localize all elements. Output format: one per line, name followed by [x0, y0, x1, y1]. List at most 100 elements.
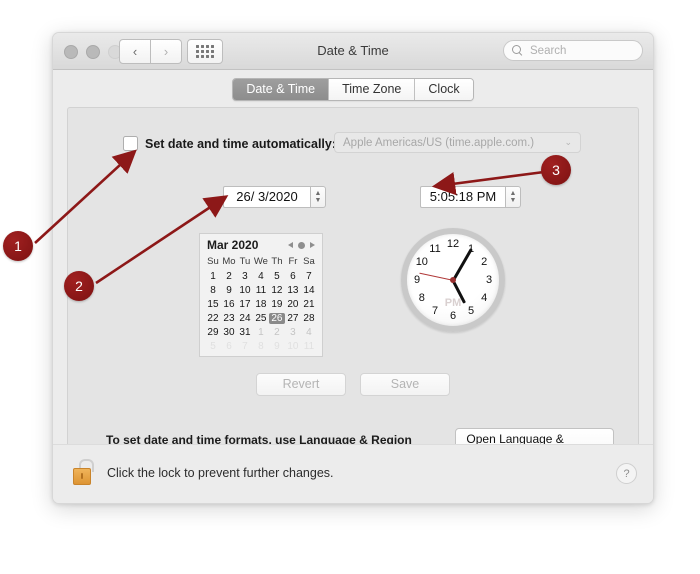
screenshot-root: ‹ › Date & Time Date & Time Time: [0, 0, 700, 574]
calendar-day-cell[interactable]: 7: [237, 339, 253, 353]
calendar-day-cell[interactable]: 7: [301, 269, 317, 283]
calendar-day-cell[interactable]: 12: [269, 283, 285, 297]
chevron-down-icon: ⌄: [564, 137, 572, 147]
weekday-we: We: [253, 256, 268, 267]
clock-numeral: 5: [467, 305, 475, 318]
calendar-week-row: 29 30 31 1 2 3 4: [205, 325, 317, 339]
calendar-day-cell[interactable]: 25: [253, 311, 269, 325]
tab-date-time[interactable]: Date & Time: [233, 78, 330, 100]
calendar-prev-icon[interactable]: [288, 242, 293, 248]
stepper-up-icon[interactable]: ▲: [315, 190, 322, 197]
calendar-today-icon[interactable]: [298, 241, 305, 249]
time-stepper-field[interactable]: 5:05:18 PM ▲ ▼: [420, 186, 521, 208]
calendar-day-cell[interactable]: 9: [221, 283, 237, 297]
calendar-day-cell[interactable]: 14: [301, 283, 317, 297]
calendar-day-cell[interactable]: 8: [253, 339, 269, 353]
calendar-day-cell[interactable]: 30: [221, 325, 237, 339]
calendar-day-cell[interactable]: 10: [285, 339, 301, 353]
revert-button[interactable]: Revert: [256, 373, 346, 396]
calendar-day-cell[interactable]: 29: [205, 325, 221, 339]
calendar-day-cell[interactable]: 24: [237, 311, 253, 325]
calendar-day-cell[interactable]: 2: [269, 325, 285, 339]
calendar-day-cell[interactable]: 8: [205, 283, 221, 297]
calendar-day-cell[interactable]: 13: [285, 283, 301, 297]
clock-numeral: 4: [481, 292, 488, 304]
calendar-nav: [288, 241, 315, 249]
calendar-day-cell[interactable]: 27: [285, 311, 301, 325]
calendar-week-row: 5 6 7 8 9 10 11: [205, 339, 317, 353]
calendar-selected-day[interactable]: 26: [268, 312, 285, 324]
weekday-th: Th: [271, 256, 283, 267]
search-input[interactable]: [528, 43, 634, 58]
clock-center-pin: [450, 277, 456, 283]
time-input-value[interactable]: 5:05:18 PM: [420, 186, 506, 208]
calendar-day-cell[interactable]: 28: [301, 311, 317, 325]
calendar-day-cell[interactable]: 21: [301, 297, 317, 311]
calendar-next-icon[interactable]: [310, 242, 315, 248]
calendar-day-cell[interactable]: 4: [253, 269, 269, 283]
tab-group: Date & Time Time Zone Clock: [232, 77, 474, 101]
help-button[interactable]: ?: [616, 463, 637, 484]
calendar-day-cell[interactable]: 6: [221, 339, 237, 353]
search-field[interactable]: [503, 40, 643, 61]
tab-clock[interactable]: Clock: [415, 78, 473, 100]
calendar-grid: Su Mo Tu We Th Fr Sa 1 2 3 4 5 6 7 8 9 10 11 12 13 14…: [205, 255, 317, 353]
date-stepper-field[interactable]: 26/ 3/2020 ▲ ▼: [223, 186, 326, 208]
mini-calendar[interactable]: Mar 2020 Su Mo Tu We Th Fr Sa 1 2 3 4 5 …: [199, 233, 323, 357]
calendar-day-cell[interactable]: 6: [285, 269, 301, 283]
calendar-day-cell[interactable]: 3: [237, 269, 253, 283]
clock-numeral: 3: [485, 274, 493, 286]
tab-time-zone[interactable]: Time Zone: [329, 78, 416, 100]
stepper-up-icon[interactable]: ▲: [510, 190, 517, 197]
auto-set-row: Set date and time automatically:: [123, 136, 336, 151]
stepper-down-icon[interactable]: ▼: [510, 197, 517, 204]
calendar-day-cell[interactable]: 18: [253, 297, 269, 311]
calendar-day-cell[interactable]: 23: [221, 311, 237, 325]
calendar-day-cell[interactable]: 9: [269, 339, 285, 353]
time-stepper-buttons[interactable]: ▲ ▼: [506, 186, 521, 208]
calendar-day-cell[interactable]: 5: [269, 269, 285, 283]
calendar-day-cell[interactable]: 2: [221, 269, 237, 283]
calendar-day-cell[interactable]: 26: [268, 311, 285, 325]
calendar-day-cell[interactable]: 10: [237, 283, 253, 297]
calendar-day-cell[interactable]: 19: [269, 297, 285, 311]
calendar-day-cell[interactable]: 1: [205, 269, 221, 283]
weekday-mo: Mo: [222, 256, 236, 267]
set-date-time-automatically-checkbox[interactable]: [123, 136, 138, 151]
lock-open-icon[interactable]: [73, 459, 94, 485]
save-button[interactable]: Save: [360, 373, 450, 396]
date-time-panel: Set date and time automatically: Apple A…: [67, 107, 639, 479]
lock-bar: Click the lock to prevent further change…: [53, 444, 653, 503]
lock-bar-text: Click the lock to prevent further change…: [107, 466, 334, 480]
weekday-su: Su: [207, 256, 219, 267]
window-titlebar: ‹ › Date & Time: [53, 33, 653, 70]
action-button-row: Revert Save: [68, 373, 638, 396]
calendar-day-cell[interactable]: 1: [253, 325, 269, 339]
clock-numeral: 12: [446, 238, 460, 250]
calendar-day-cell[interactable]: 31: [237, 325, 253, 339]
clock-numeral: 7: [431, 305, 439, 318]
calendar-day-cell[interactable]: 16: [221, 297, 237, 311]
calendar-week-row: 8 9 10 11 12 13 14: [205, 283, 317, 297]
lock-body: [73, 468, 91, 485]
calendar-day-cell[interactable]: 3: [285, 325, 301, 339]
clock-ampm-label: PM: [444, 296, 462, 309]
calendar-header: Mar 2020: [205, 238, 317, 255]
date-stepper-buttons[interactable]: ▲ ▼: [311, 186, 326, 208]
calendar-day-cell[interactable]: 15: [205, 297, 221, 311]
analog-clock: 121234567891011PM: [401, 228, 505, 332]
date-input-value[interactable]: 26/ 3/2020: [223, 186, 311, 208]
stepper-down-icon[interactable]: ▼: [315, 197, 322, 204]
calendar-day-cell[interactable]: 17: [237, 297, 253, 311]
calendar-week-row: 15 16 17 18 19 20 21: [205, 297, 317, 311]
calendar-day-cell[interactable]: 22: [205, 311, 221, 325]
calendar-month-label: Mar 2020: [207, 238, 259, 252]
clock-numeral: 8: [418, 292, 425, 304]
calendar-day-cell[interactable]: 11: [253, 283, 269, 297]
calendar-day-cell[interactable]: 20: [285, 297, 301, 311]
calendar-body: 1 2 3 4 5 6 7 8 9 10 11 12 13 14 15 16 17 18 19 20 21 22 23 24 2…: [205, 269, 317, 353]
calendar-day-cell[interactable]: 5: [205, 339, 221, 353]
calendar-day-cell[interactable]: 4: [301, 325, 317, 339]
time-server-dropdown[interactable]: Apple Americas/US (time.apple.com.) ⌄: [334, 132, 581, 153]
calendar-day-cell[interactable]: 11: [301, 339, 317, 353]
